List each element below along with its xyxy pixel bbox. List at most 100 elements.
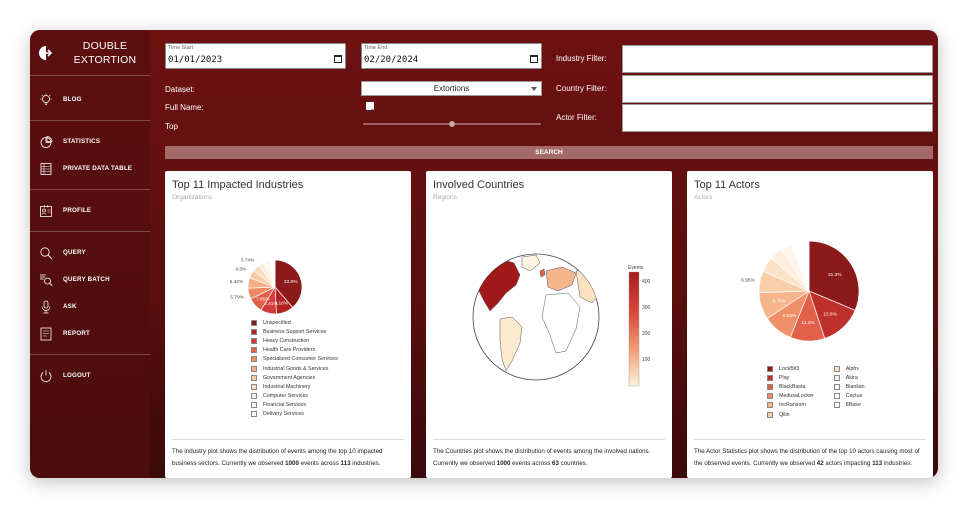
legend-item[interactable]: Health Care Providers xyxy=(251,346,338,355)
sidebar-item-label: PROFILE xyxy=(63,207,92,214)
time-end-label: Time End xyxy=(364,45,388,51)
batch-search-icon xyxy=(40,274,53,286)
legend-item[interactable]: Computer Services xyxy=(251,392,338,401)
search-button[interactable]: SEARCH xyxy=(165,146,933,159)
legend-item[interactable]: Qilin xyxy=(767,410,814,419)
legend-item[interactable]: Industrial Machinery xyxy=(251,382,338,391)
report-icon xyxy=(40,327,52,340)
legend-label: Health Care Providers xyxy=(263,347,316,354)
pie-value-label: 8.76% xyxy=(773,298,787,304)
countries-count: 63 xyxy=(552,460,559,467)
time-end-input[interactable]: Time End 02/20/2024 xyxy=(361,43,542,69)
dataset-select[interactable]: Extortions xyxy=(361,81,542,96)
colorbar-tick: 100 xyxy=(642,357,651,363)
sidebar-item-label: STATISTICS xyxy=(63,138,101,145)
legend-label: Industrial Goods & Services xyxy=(263,365,329,372)
colorbar-tick: 400 xyxy=(642,279,651,285)
pie-value-label: 4.3% xyxy=(235,266,247,272)
legend-item[interactable]: Unspecified xyxy=(251,318,338,327)
divider xyxy=(30,120,150,121)
divider xyxy=(30,189,150,190)
actor-filter-input[interactable] xyxy=(622,104,933,132)
sidebar-item-ask[interactable]: ASK xyxy=(30,293,150,320)
legend-item[interactable]: Government Agencies xyxy=(251,373,338,382)
time-start-value: 01/01/2023 xyxy=(168,55,223,65)
legend-label: Financial Services xyxy=(263,402,306,409)
legend-label: 8Base xyxy=(845,402,861,409)
sidebar-item-label: REPORT xyxy=(63,330,90,337)
colorbar-title: Events xyxy=(628,265,644,271)
legend-label: Computer Services xyxy=(263,393,309,400)
industry-filter-label: Industry Filter: xyxy=(556,54,607,63)
legend-swatch xyxy=(251,337,257,344)
legend-swatch xyxy=(251,402,257,409)
sidebar-item-logout[interactable]: LOGOUT xyxy=(30,362,150,389)
legend-label: Bianlian xyxy=(845,383,865,390)
legend-item[interactable]: BlackBasta xyxy=(767,382,814,391)
legend-item[interactable]: IncRansom xyxy=(767,401,814,410)
desc-text: industries. xyxy=(882,460,913,467)
sidebar-item-label: ASK xyxy=(63,303,77,310)
industry-filter-input[interactable] xyxy=(622,45,933,73)
legend-item[interactable]: Alphv xyxy=(833,364,865,373)
top-slider-thumb[interactable] xyxy=(449,121,455,127)
main-content: Time Start 01/01/2023 Time End 02/20/202… xyxy=(158,30,938,478)
sidebar-item-report[interactable]: REPORT xyxy=(30,320,150,347)
world-globe-map[interactable]: Events 400 300 200 100 xyxy=(426,171,672,431)
sidebar: DOUBLE EXTORTION BLOG STATISTICS PRIVATE… xyxy=(30,30,150,478)
actors-count: 42 xyxy=(816,460,824,467)
desc-text: industries. xyxy=(350,460,381,467)
calendar-icon[interactable] xyxy=(530,55,538,63)
time-end-value: 02/20/2024 xyxy=(364,55,419,65)
sidebar-item-query-batch[interactable]: QUERY BATCH xyxy=(30,266,150,293)
legend-item[interactable]: 8Base xyxy=(833,401,865,410)
legend-item[interactable]: LockBit3 xyxy=(767,364,814,373)
sidebar-item-profile[interactable]: PROFILE xyxy=(30,197,150,224)
legend-swatch xyxy=(251,365,257,372)
brand-logo-icon xyxy=(39,45,53,60)
legend-label: Delivery Services xyxy=(263,411,304,418)
pie-value-label: 5.79% xyxy=(230,295,244,301)
sidebar-item-query[interactable]: QUERY xyxy=(30,239,150,266)
sidebar-item-blog[interactable]: BLOG xyxy=(30,86,150,113)
sidebar-item-statistics[interactable]: STATISTICS xyxy=(30,128,150,155)
legend-swatch xyxy=(251,328,257,335)
full-name-checkbox[interactable] xyxy=(366,102,374,114)
legend-swatch xyxy=(767,365,773,372)
desc-text: actors impacting xyxy=(823,460,873,467)
legend-item[interactable]: Heavy Construction xyxy=(251,336,338,345)
sidebar-item-private-data-table[interactable]: PRIVATE DATA TABLE xyxy=(30,155,150,182)
desc-text: countries. xyxy=(558,460,588,467)
legend-item[interactable]: Play xyxy=(767,373,814,382)
legend-item[interactable]: Delivery Services xyxy=(251,410,338,419)
top-label: Top xyxy=(165,122,178,131)
table-icon xyxy=(40,162,52,175)
brand[interactable]: DOUBLE EXTORTION xyxy=(30,30,150,76)
legend-swatch xyxy=(767,393,773,400)
legend-item[interactable]: Financial Services xyxy=(251,401,338,410)
actors-card: Top 11 Actors Actors 31.3% 13.6% 11.2% 9.64… xyxy=(687,171,933,478)
legend-item[interactable]: Industrial Goods & Services xyxy=(251,364,338,373)
legend-swatch xyxy=(833,402,840,409)
calendar-icon[interactable] xyxy=(334,55,342,63)
time-start-input[interactable]: Time Start 01/01/2023 xyxy=(165,43,346,69)
pie-value-label: 11.2% xyxy=(801,320,815,326)
legend-item[interactable]: Bianlian xyxy=(833,382,865,391)
legend-label: Industrial Machinery xyxy=(263,383,311,390)
actor-filter-label: Actor Filter: xyxy=(556,113,597,122)
legend-item[interactable]: Cactus xyxy=(833,392,865,401)
industries-legend: Unspecified Business Support Services Heav… xyxy=(251,318,338,419)
divider xyxy=(30,354,150,355)
legend-item[interactable]: MedusaLocker xyxy=(767,392,814,401)
legend-item[interactable]: Akira xyxy=(833,373,865,382)
divider xyxy=(30,231,150,232)
search-icon xyxy=(40,246,53,259)
pie-value-label: 9.64% xyxy=(783,313,797,319)
country-filter-input[interactable] xyxy=(622,75,933,103)
legend-item[interactable]: Specialized Consumer Services xyxy=(251,355,338,364)
legend-label: Government Agencies xyxy=(263,374,316,381)
legend-item[interactable]: Business Support Services xyxy=(251,327,338,336)
desc-text: events across xyxy=(510,460,553,467)
legend-swatch xyxy=(251,411,257,418)
chevron-down-icon xyxy=(531,87,537,91)
